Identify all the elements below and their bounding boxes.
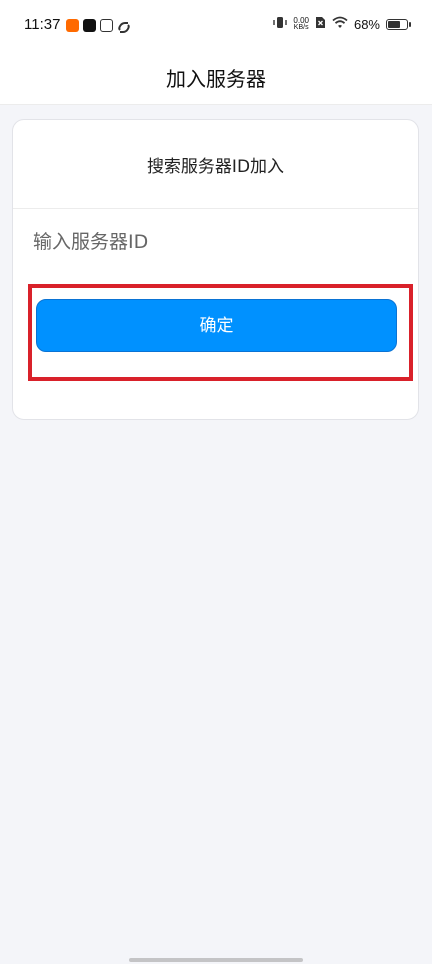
- page-title: 加入服务器: [166, 67, 266, 91]
- status-indicators: 0.00 KB/s 68%: [273, 16, 411, 32]
- sync-app-icon: [117, 19, 131, 38]
- status-bar: 11:37 0.00 KB/s 68%: [0, 0, 432, 52]
- header: 加入服务器: [0, 52, 432, 105]
- home-indicator[interactable]: [129, 958, 303, 962]
- vibrate-icon: [273, 16, 288, 32]
- no-sim-icon: [315, 16, 326, 32]
- notification-icons: [66, 19, 131, 38]
- net-speed: 0.00 KB/s: [293, 16, 309, 32]
- battery-level: [388, 20, 400, 28]
- server-id-input[interactable]: [33, 224, 393, 260]
- card-header: 搜索服务器ID加入: [13, 120, 418, 209]
- confirm-button[interactable]: 确定: [36, 299, 397, 352]
- wifi-icon: [332, 16, 348, 32]
- battery-percent: 68%: [353, 16, 380, 32]
- net-speed-unit: KB/s: [293, 24, 309, 31]
- taobao-app-icon: [66, 19, 79, 32]
- battery-icon: [386, 18, 411, 30]
- card-title: 搜索服务器ID加入: [146, 157, 285, 177]
- net-speed-value: 0.00: [293, 16, 309, 25]
- status-time: 11:37: [24, 16, 61, 33]
- message-app-icon: [100, 19, 113, 32]
- tiktok-app-icon: [83, 19, 96, 32]
- join-server-card: 搜索服务器ID加入 确定: [12, 119, 419, 420]
